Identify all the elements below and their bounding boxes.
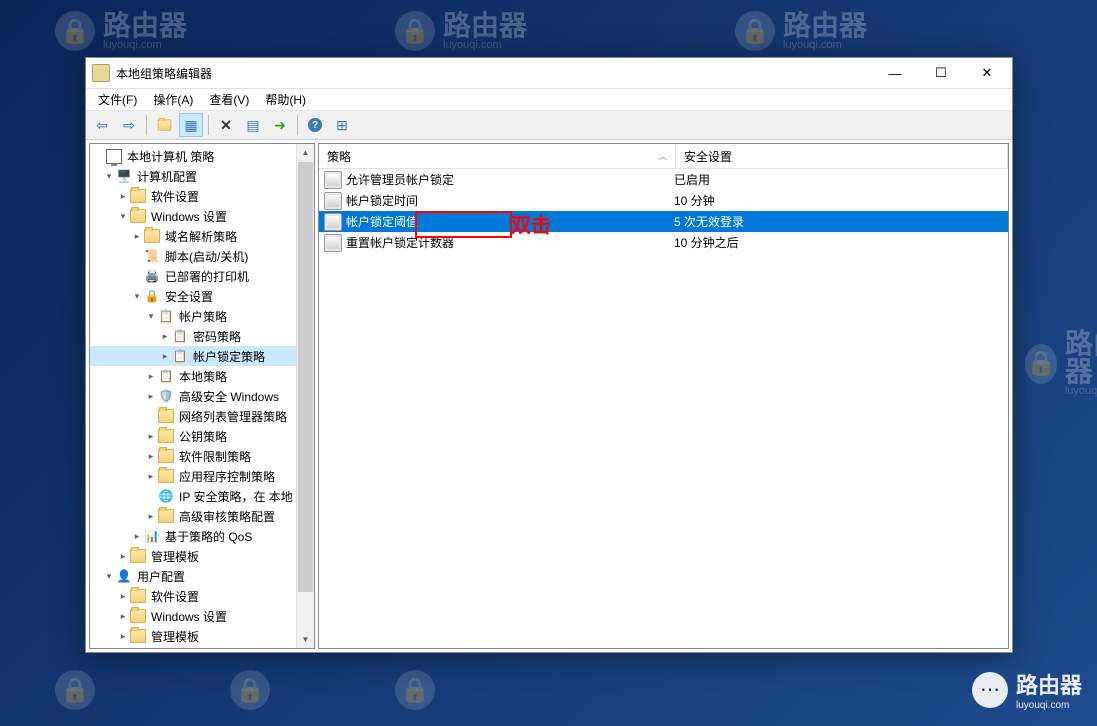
tree-scripts[interactable]: 📜脚本(启动/关机): [90, 246, 296, 266]
toolbar: ⇦ ⇨ ▦ ✕ ▤ ➜ ? ⊞: [86, 111, 1012, 140]
tree-pane: 本地计算机 策略 ▾🖥️计算机配置 ▸软件设置 ▾Windows 设置 ▸域名解…: [89, 143, 315, 649]
content-area: 本地计算机 策略 ▾🖥️计算机配置 ▸软件设置 ▾Windows 设置 ▸域名解…: [86, 140, 1012, 652]
tree-computer-config[interactable]: ▾🖥️计算机配置: [90, 166, 296, 186]
tree-local-policies[interactable]: ▸📋本地策略: [90, 366, 296, 386]
tree-public-key-policies[interactable]: ▸公钥策略: [90, 426, 296, 446]
tree-software-restriction[interactable]: ▸软件限制策略: [90, 446, 296, 466]
tree-name-resolution[interactable]: ▸域名解析策略: [90, 226, 296, 246]
list-row[interactable]: 重置帐户锁定计数器 10 分钟之后: [319, 232, 1008, 253]
refresh-button[interactable]: ▤: [241, 113, 265, 137]
menu-view[interactable]: 查看(V): [201, 89, 257, 110]
app-icon: [92, 64, 110, 82]
delete-button[interactable]: ✕: [214, 113, 238, 137]
minimize-button[interactable]: —: [872, 58, 918, 88]
policy-name: 允许管理员帐户锁定: [346, 171, 454, 188]
tree-windows-settings-2[interactable]: ▸Windows 设置: [90, 606, 296, 626]
list-row[interactable]: 帐户锁定时间 10 分钟: [319, 190, 1008, 211]
tree-windows-settings[interactable]: ▾Windows 设置: [90, 206, 296, 226]
help-button[interactable]: ?: [303, 113, 327, 137]
tree-account-lockout-policy[interactable]: ▸📋帐户锁定策略: [90, 346, 296, 366]
tree-ip-security[interactable]: 🌐IP 安全策略，在 本地: [90, 486, 296, 506]
policy-tree[interactable]: 本地计算机 策略 ▾🖥️计算机配置 ▸软件设置 ▾Windows 设置 ▸域名解…: [90, 144, 296, 648]
policy-value: 5 次无效登录: [669, 213, 749, 230]
policy-name: 重置帐户锁定计数器: [346, 234, 454, 251]
scroll-thumb[interactable]: [297, 161, 314, 593]
separator: [208, 115, 209, 135]
policy-icon: [324, 234, 342, 252]
list-header: 策略︿ 安全设置: [319, 144, 1008, 169]
tree-adv-security-windows[interactable]: ▸🛡️高级安全 Windows: [90, 386, 296, 406]
gpedit-window: 本地组策略编辑器 — ☐ ✕ 文件(F) 操作(A) 查看(V) 帮助(H) ⇦…: [85, 57, 1013, 653]
separator: [146, 115, 147, 135]
tree-account-policies[interactable]: ▾📋帐户策略: [90, 306, 296, 326]
tree-scrollbar[interactable]: ▲ ▼: [296, 144, 314, 648]
policy-icon: [324, 213, 342, 231]
back-button[interactable]: ⇦: [90, 113, 114, 137]
policy-icon: [324, 171, 342, 189]
maximize-button[interactable]: ☐: [918, 58, 964, 88]
tree-qos[interactable]: ▸📊基于策略的 QoS: [90, 526, 296, 546]
policy-icon: [324, 192, 342, 210]
scroll-down-icon[interactable]: ▼: [297, 631, 314, 648]
lock-icon: ⋯: [972, 672, 1008, 708]
scroll-up-icon[interactable]: ▲: [297, 144, 314, 161]
tree-network-list-mgr[interactable]: 网络列表管理器策略: [90, 406, 296, 426]
tree-adv-audit[interactable]: ▸高级审核策略配置: [90, 506, 296, 526]
tree-password-policy[interactable]: ▸📋密码策略: [90, 326, 296, 346]
up-button[interactable]: [152, 113, 176, 137]
close-button[interactable]: ✕: [964, 58, 1010, 88]
tree-admin-templates-1[interactable]: ▸管理模板: [90, 546, 296, 566]
list-pane: 策略︿ 安全设置 允许管理员帐户锁定 已启用 帐户锁定时间 10 分钟: [318, 143, 1009, 649]
policy-value: 10 分钟之后: [669, 234, 744, 251]
show-hide-button[interactable]: ⊞: [330, 113, 354, 137]
desktop-background: 🔒路由器luyouqi.com 🔒路由器luyouqi.com 🔒路由器luyo…: [0, 0, 1097, 726]
policy-value: 已启用: [669, 171, 715, 188]
menubar: 文件(F) 操作(A) 查看(V) 帮助(H): [86, 89, 1012, 111]
export-button[interactable]: ➜: [268, 113, 292, 137]
policy-list[interactable]: 允许管理员帐户锁定 已启用 帐户锁定时间 10 分钟 帐户锁定阈值 5 次无效登…: [319, 169, 1008, 648]
tree-app-control[interactable]: ▸应用程序控制策略: [90, 466, 296, 486]
tree-deployed-printers[interactable]: 🖨️已部署的打印机: [90, 266, 296, 286]
tree-security-settings[interactable]: ▾🔒安全设置: [90, 286, 296, 306]
titlebar[interactable]: 本地组策略编辑器 — ☐ ✕: [86, 58, 1012, 89]
sort-indicator-icon: ︿: [659, 151, 667, 162]
policy-value: 10 分钟: [669, 192, 720, 209]
tree-software-settings[interactable]: ▸软件设置: [90, 186, 296, 206]
tree-software-settings-2[interactable]: ▸软件设置: [90, 586, 296, 606]
list-row[interactable]: 允许管理员帐户锁定 已启用: [319, 169, 1008, 190]
menu-action[interactable]: 操作(A): [145, 89, 201, 110]
properties-button[interactable]: ▦: [179, 113, 203, 137]
menu-file[interactable]: 文件(F): [90, 89, 145, 110]
tree-root[interactable]: 本地计算机 策略: [90, 146, 296, 166]
policy-name: 帐户锁定阈值: [346, 213, 418, 230]
forward-button[interactable]: ⇨: [117, 113, 141, 137]
tree-admin-templates-2[interactable]: ▸管理模板: [90, 626, 296, 646]
separator: [297, 115, 298, 135]
watermark-logo: ⋯ 路由器luyouqi.com: [972, 668, 1082, 711]
list-row-selected[interactable]: 帐户锁定阈值 5 次无效登录: [319, 211, 1008, 232]
policy-name: 帐户锁定时间: [346, 192, 418, 209]
tree-user-config[interactable]: ▾👤用户配置: [90, 566, 296, 586]
window-title: 本地组策略编辑器: [116, 65, 872, 82]
menu-help[interactable]: 帮助(H): [257, 89, 314, 110]
col-security[interactable]: 安全设置: [676, 144, 1008, 168]
col-policy[interactable]: 策略︿: [319, 144, 676, 168]
